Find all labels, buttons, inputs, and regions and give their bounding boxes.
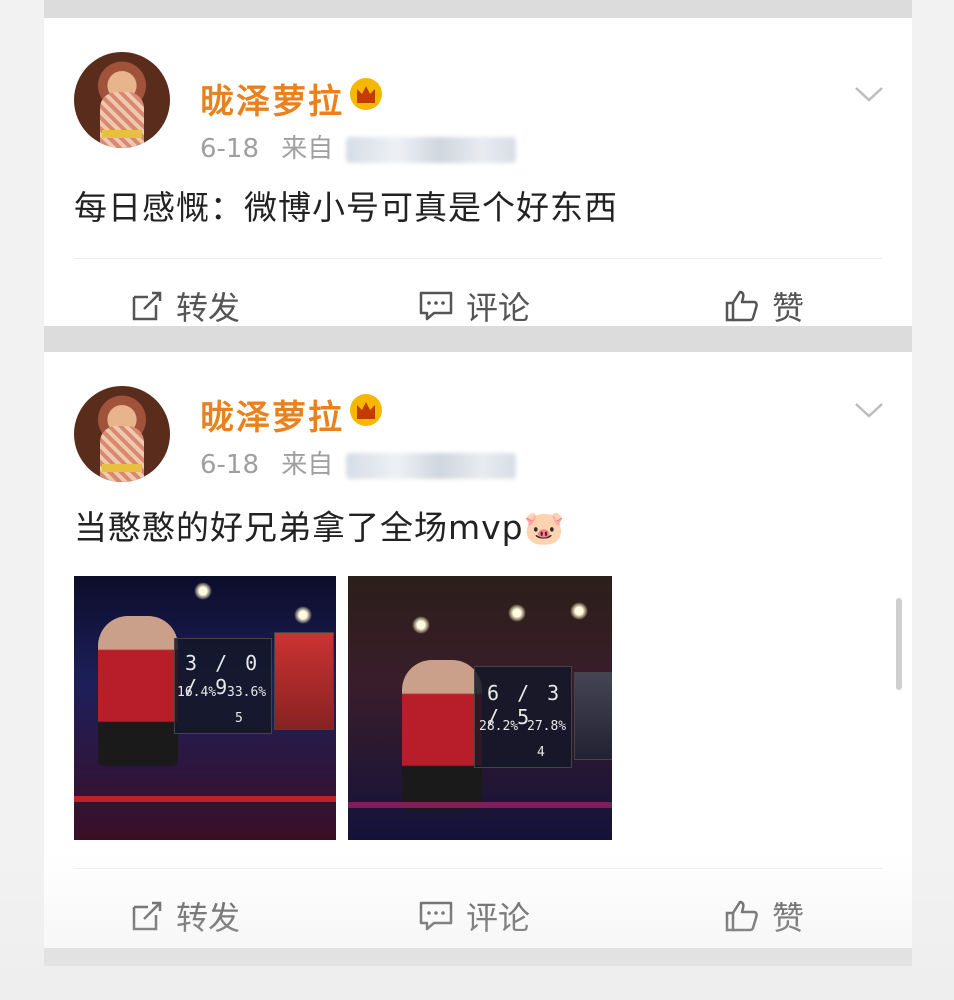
post-source-prefix: 来自 <box>281 450 334 480</box>
avatar-belt <box>102 130 142 138</box>
comment-button[interactable]: 评论 <box>418 893 530 939</box>
post-card[interactable]: 昽泽萝拉 6-18 来自 每日感慨：微博小号可真是个好东西 转发 评论 赞 <box>44 18 912 327</box>
post-date: 6-18 <box>200 134 260 164</box>
comment-button[interactable]: 评论 <box>418 283 530 329</box>
feed-list: 昽泽萝拉 6-18 来自 每日感慨：微博小号可真是个好东西 转发 评论 赞 昽泽… <box>44 0 912 966</box>
repost-icon <box>132 291 162 321</box>
stat-left: 28.2% <box>479 719 519 734</box>
post-meta: 6-18 来自 <box>200 128 516 165</box>
stage-stripe <box>348 802 612 808</box>
post-text: 当憨憨的好兄弟拿了全场mvp🐷 <box>74 508 566 547</box>
post-images: 3 / 0 / 9 16.4% 33.6% 5 6 / 3 / 5 28.2% … <box>44 576 912 840</box>
like-button[interactable]: 赞 <box>724 893 804 939</box>
repost-button[interactable]: 转发 <box>130 283 240 329</box>
avatar[interactable] <box>74 52 170 148</box>
post-meta: 6-18 来自 <box>200 444 516 481</box>
comment-icon <box>419 291 453 321</box>
post-header: 昽泽萝拉 6-18 来自 <box>44 18 912 168</box>
scoreboard: 3 / 0 / 9 16.4% 33.6% 5 <box>174 638 272 734</box>
chevron-down-icon[interactable] <box>854 84 884 104</box>
scrollbar[interactable] <box>896 598 902 690</box>
stat-count: 4 <box>537 745 545 760</box>
comment-label: 评论 <box>466 289 531 327</box>
crown-icon <box>350 394 382 426</box>
post-actions: 转发 评论 赞 <box>74 258 882 349</box>
username[interactable]: 昽泽萝拉 <box>200 390 344 439</box>
player-figure <box>98 616 178 766</box>
stat-right: 33.6% <box>227 685 267 700</box>
thumbs-up-icon <box>725 900 758 932</box>
repost-label: 转发 <box>176 289 241 327</box>
player-figure <box>402 660 482 810</box>
post-text: 每日感慨：微博小号可真是个好东西 <box>74 188 618 227</box>
post-card[interactable]: 昽泽萝拉 6-18 来自 当憨憨的好兄弟拿了全场mvp🐷 3 / 0 / 9 1… <box>44 352 912 948</box>
stage-light <box>194 582 212 600</box>
post-header: 昽泽萝拉 6-18 来自 <box>44 352 912 484</box>
avatar-belt <box>102 464 142 472</box>
avatar-figure <box>100 92 144 148</box>
comment-icon <box>419 901 453 931</box>
like-label: 赞 <box>772 899 805 937</box>
stat-right: 27.8% <box>527 719 567 734</box>
stage-light <box>294 606 312 624</box>
stage-stripe <box>74 796 336 802</box>
stage-light <box>570 602 588 620</box>
post-date: 6-18 <box>200 450 260 480</box>
comment-label: 评论 <box>466 899 531 937</box>
like-label: 赞 <box>772 289 805 327</box>
feed-separator <box>44 0 912 18</box>
post-source-prefix: 来自 <box>281 134 334 164</box>
post-source-blurred <box>345 452 516 479</box>
avatar[interactable] <box>74 386 170 482</box>
crown-icon <box>350 78 382 110</box>
stat-left: 16.4% <box>177 685 217 700</box>
chevron-down-icon[interactable] <box>854 400 884 420</box>
stage-light <box>508 604 526 622</box>
scoreboard: 6 / 3 / 5 28.2% 27.8% 4 <box>474 666 572 768</box>
post-image[interactable]: 3 / 0 / 9 16.4% 33.6% 5 <box>74 576 336 840</box>
hero-portrait <box>574 672 612 760</box>
post-actions: 转发 评论 赞 <box>74 868 882 959</box>
repost-icon <box>132 901 162 931</box>
post-source-blurred <box>345 136 516 163</box>
post-image[interactable]: 6 / 3 / 5 28.2% 27.8% 4 <box>348 576 612 840</box>
stat-count: 5 <box>235 711 243 726</box>
like-button[interactable]: 赞 <box>724 283 804 329</box>
hero-portrait <box>274 632 334 730</box>
repost-button[interactable]: 转发 <box>130 893 240 939</box>
avatar-figure <box>100 426 144 482</box>
username[interactable]: 昽泽萝拉 <box>200 74 344 123</box>
weibo-feed-page: 昽泽萝拉 6-18 来自 每日感慨：微博小号可真是个好东西 转发 评论 赞 昽泽… <box>0 0 954 1000</box>
thumbs-up-icon <box>725 290 758 322</box>
repost-label: 转发 <box>176 899 241 937</box>
stage-light <box>412 616 430 634</box>
